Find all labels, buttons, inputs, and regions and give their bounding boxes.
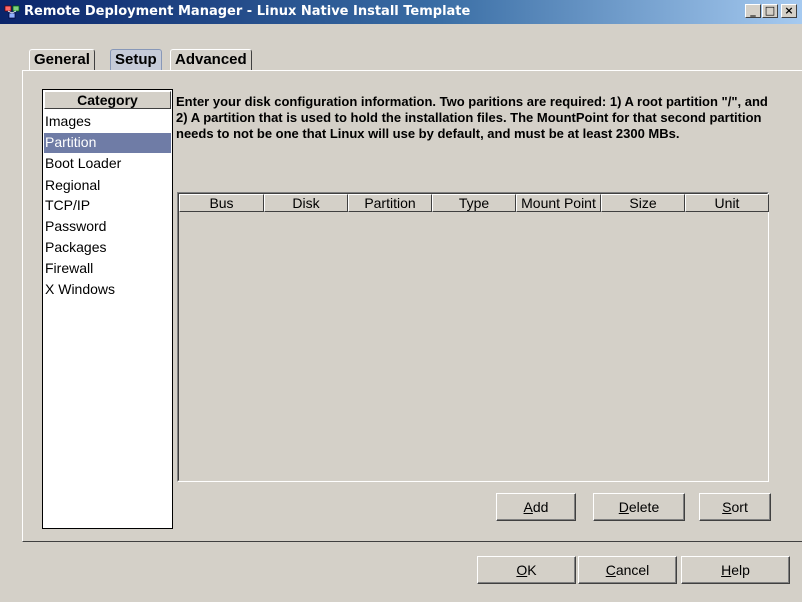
window-title: Remote Deployment Manager - Linux Native…	[24, 4, 471, 19]
column-header-disk[interactable]: Disk	[264, 194, 348, 212]
cancel-button-mnemonic: C	[605, 562, 616, 578]
help-button-mnemonic: H	[721, 562, 732, 578]
tab-general[interactable]: General	[29, 49, 95, 71]
column-header-bus[interactable]: Bus	[179, 194, 264, 212]
instructions-text: Enter your disk configuration informatio…	[176, 94, 768, 141]
sort-button-mnemonic: S	[722, 499, 732, 515]
help-button[interactable]: Help	[681, 556, 790, 584]
help-button-label: elp	[731, 562, 750, 578]
add-button-mnemonic: A	[523, 499, 533, 515]
sort-button-label: ort	[731, 499, 748, 515]
app-icon[interactable]	[4, 4, 20, 20]
category-item-password[interactable]: Password	[44, 217, 171, 237]
ok-button-label: K	[527, 562, 537, 578]
category-item-firewall[interactable]: Firewall	[44, 259, 171, 279]
ok-button-mnemonic: O	[516, 562, 528, 578]
category-item-x-windows[interactable]: X Windows	[44, 280, 171, 300]
close-icon[interactable]: ×	[781, 4, 797, 18]
cancel-button-label: ancel	[615, 562, 650, 578]
delete-button-mnemonic: D	[618, 499, 629, 515]
ok-button[interactable]: OK	[477, 556, 576, 584]
category-item-packages[interactable]: Packages	[44, 238, 171, 258]
add-button-label: dd	[532, 499, 549, 515]
category-item-images[interactable]: Images	[44, 112, 171, 132]
delete-button[interactable]: Delete	[593, 493, 685, 521]
column-header-mount-point[interactable]: Mount Point	[516, 194, 601, 212]
maximize-icon[interactable]: □	[762, 4, 778, 18]
category-list[interactable]: Category Images Partition Boot Loader Re…	[42, 89, 173, 529]
tab-advanced[interactable]: Advanced	[170, 49, 252, 71]
column-header-size[interactable]: Size	[601, 194, 685, 212]
minimize-icon[interactable]: _	[745, 4, 761, 18]
sort-button[interactable]: Sort	[699, 493, 771, 521]
tab-setup[interactable]: Setup	[110, 49, 162, 71]
column-header-partition[interactable]: Partition	[348, 194, 432, 212]
column-header-unit[interactable]: Unit	[685, 194, 769, 212]
partition-table-body[interactable]: Bus Disk Partition Type Mount Point Size…	[178, 193, 769, 481]
category-item-regional[interactable]: Regional	[44, 176, 171, 196]
column-header-type[interactable]: Type	[432, 194, 516, 212]
add-button[interactable]: Add	[496, 493, 576, 521]
partition-table[interactable]: Bus Disk Partition Type Mount Point Size…	[177, 192, 769, 482]
category-header: Category	[44, 91, 171, 109]
cancel-button[interactable]: Cancel	[578, 556, 677, 584]
delete-button-label: elete	[628, 499, 660, 515]
category-item-partition[interactable]: Partition	[44, 133, 171, 153]
category-item-boot-loader[interactable]: Boot Loader	[44, 154, 171, 174]
title-bar[interactable]: Remote Deployment Manager - Linux Native…	[0, 0, 802, 24]
category-item-tcpip[interactable]: TCP/IP	[44, 196, 171, 216]
